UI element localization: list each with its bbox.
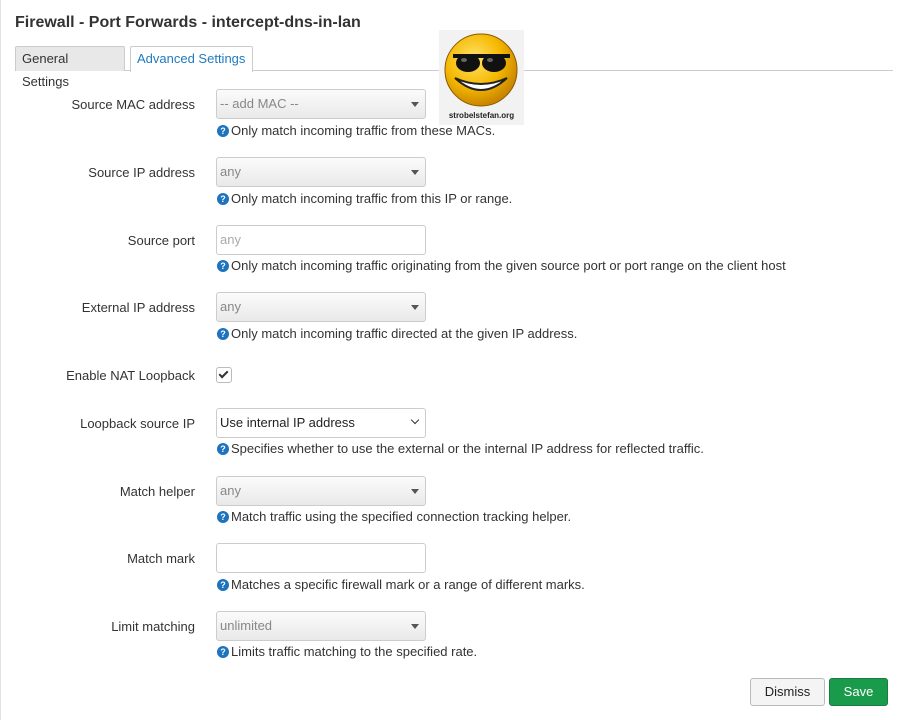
match-helper-help: ? Match traffic using the specified conne… <box>217 509 571 524</box>
match-mark-input[interactable] <box>216 543 426 573</box>
help-icon: ? <box>217 646 229 658</box>
sunglasses-smiley-logo: strobelstefan.org <box>439 30 524 125</box>
nat-loopback-label: Enable NAT Loopback <box>66 368 195 383</box>
limit-matching-select[interactable]: unlimited <box>216 611 426 641</box>
chevron-down-icon <box>410 415 420 425</box>
tab-general-settings[interactable]: General Settings <box>15 46 125 89</box>
nat-loopback-checkbox[interactable] <box>216 367 232 383</box>
external-ip-select[interactable]: any <box>216 292 426 322</box>
external-ip-label: External IP address <box>81 300 195 315</box>
match-helper-value: any <box>220 483 241 498</box>
help-icon: ? <box>217 579 229 591</box>
source-port-placeholder: any <box>220 232 241 247</box>
external-ip-value: any <box>220 299 241 314</box>
limit-matching-value: unlimited <box>220 618 273 633</box>
caret-down-icon <box>411 624 419 629</box>
smiley-icon <box>444 33 518 107</box>
caret-down-icon <box>411 305 419 310</box>
tab-advanced-settings[interactable]: Advanced Settings <box>130 46 253 72</box>
save-button[interactable]: Save <box>829 678 888 706</box>
match-mark-label: Match mark <box>127 551 195 566</box>
caret-down-icon <box>411 170 419 175</box>
caret-down-icon <box>411 489 419 494</box>
logo-caption: strobelstefan.org <box>448 111 515 120</box>
loopback-source-ip-select[interactable]: Use internal IP address <box>216 408 426 438</box>
source-mac-select[interactable]: -- add MAC -- <box>216 89 426 119</box>
help-icon: ? <box>217 260 229 272</box>
loopback-source-ip-value: Use internal IP address <box>220 415 355 430</box>
help-icon: ? <box>217 511 229 523</box>
match-mark-help: ? Matches a specific firewall mark or a r… <box>217 577 585 592</box>
source-port-help: ? Only match incoming traffic originating… <box>217 258 786 273</box>
help-icon: ? <box>217 125 229 137</box>
modal-page: Firewall - Port Forwards - intercept-dns… <box>0 0 900 720</box>
source-ip-value: any <box>220 164 241 179</box>
loopback-source-ip-label: Loopback source IP <box>80 416 195 431</box>
source-mac-label: Source MAC address <box>71 97 195 112</box>
match-helper-label: Match helper <box>119 484 195 499</box>
limit-matching-help: ? Limits traffic matching to the specifie… <box>217 644 477 659</box>
loopback-source-ip-help: ? Specifies whether to use the external o… <box>217 441 704 456</box>
help-icon: ? <box>217 193 229 205</box>
source-mac-value: -- add MAC -- <box>220 96 299 111</box>
caret-down-icon <box>411 102 419 107</box>
match-helper-select[interactable]: any <box>216 476 426 506</box>
help-icon: ? <box>217 328 229 340</box>
checkmark-icon <box>218 368 229 379</box>
external-ip-help: ? Only match incoming traffic directed at… <box>217 326 577 341</box>
help-icon: ? <box>217 443 229 455</box>
source-mac-help: ? Only match incoming traffic from these … <box>217 123 495 138</box>
page-title: Firewall - Port Forwards - intercept-dns… <box>15 14 361 31</box>
source-ip-label: Source IP address <box>88 165 195 180</box>
source-port-label: Source port <box>127 233 195 248</box>
source-port-input[interactable]: any <box>216 225 426 255</box>
limit-matching-label: Limit matching <box>111 619 195 634</box>
dismiss-button[interactable]: Dismiss <box>750 678 825 706</box>
source-ip-select[interactable]: any <box>216 157 426 187</box>
source-ip-help: ? Only match incoming traffic from this I… <box>217 191 512 206</box>
